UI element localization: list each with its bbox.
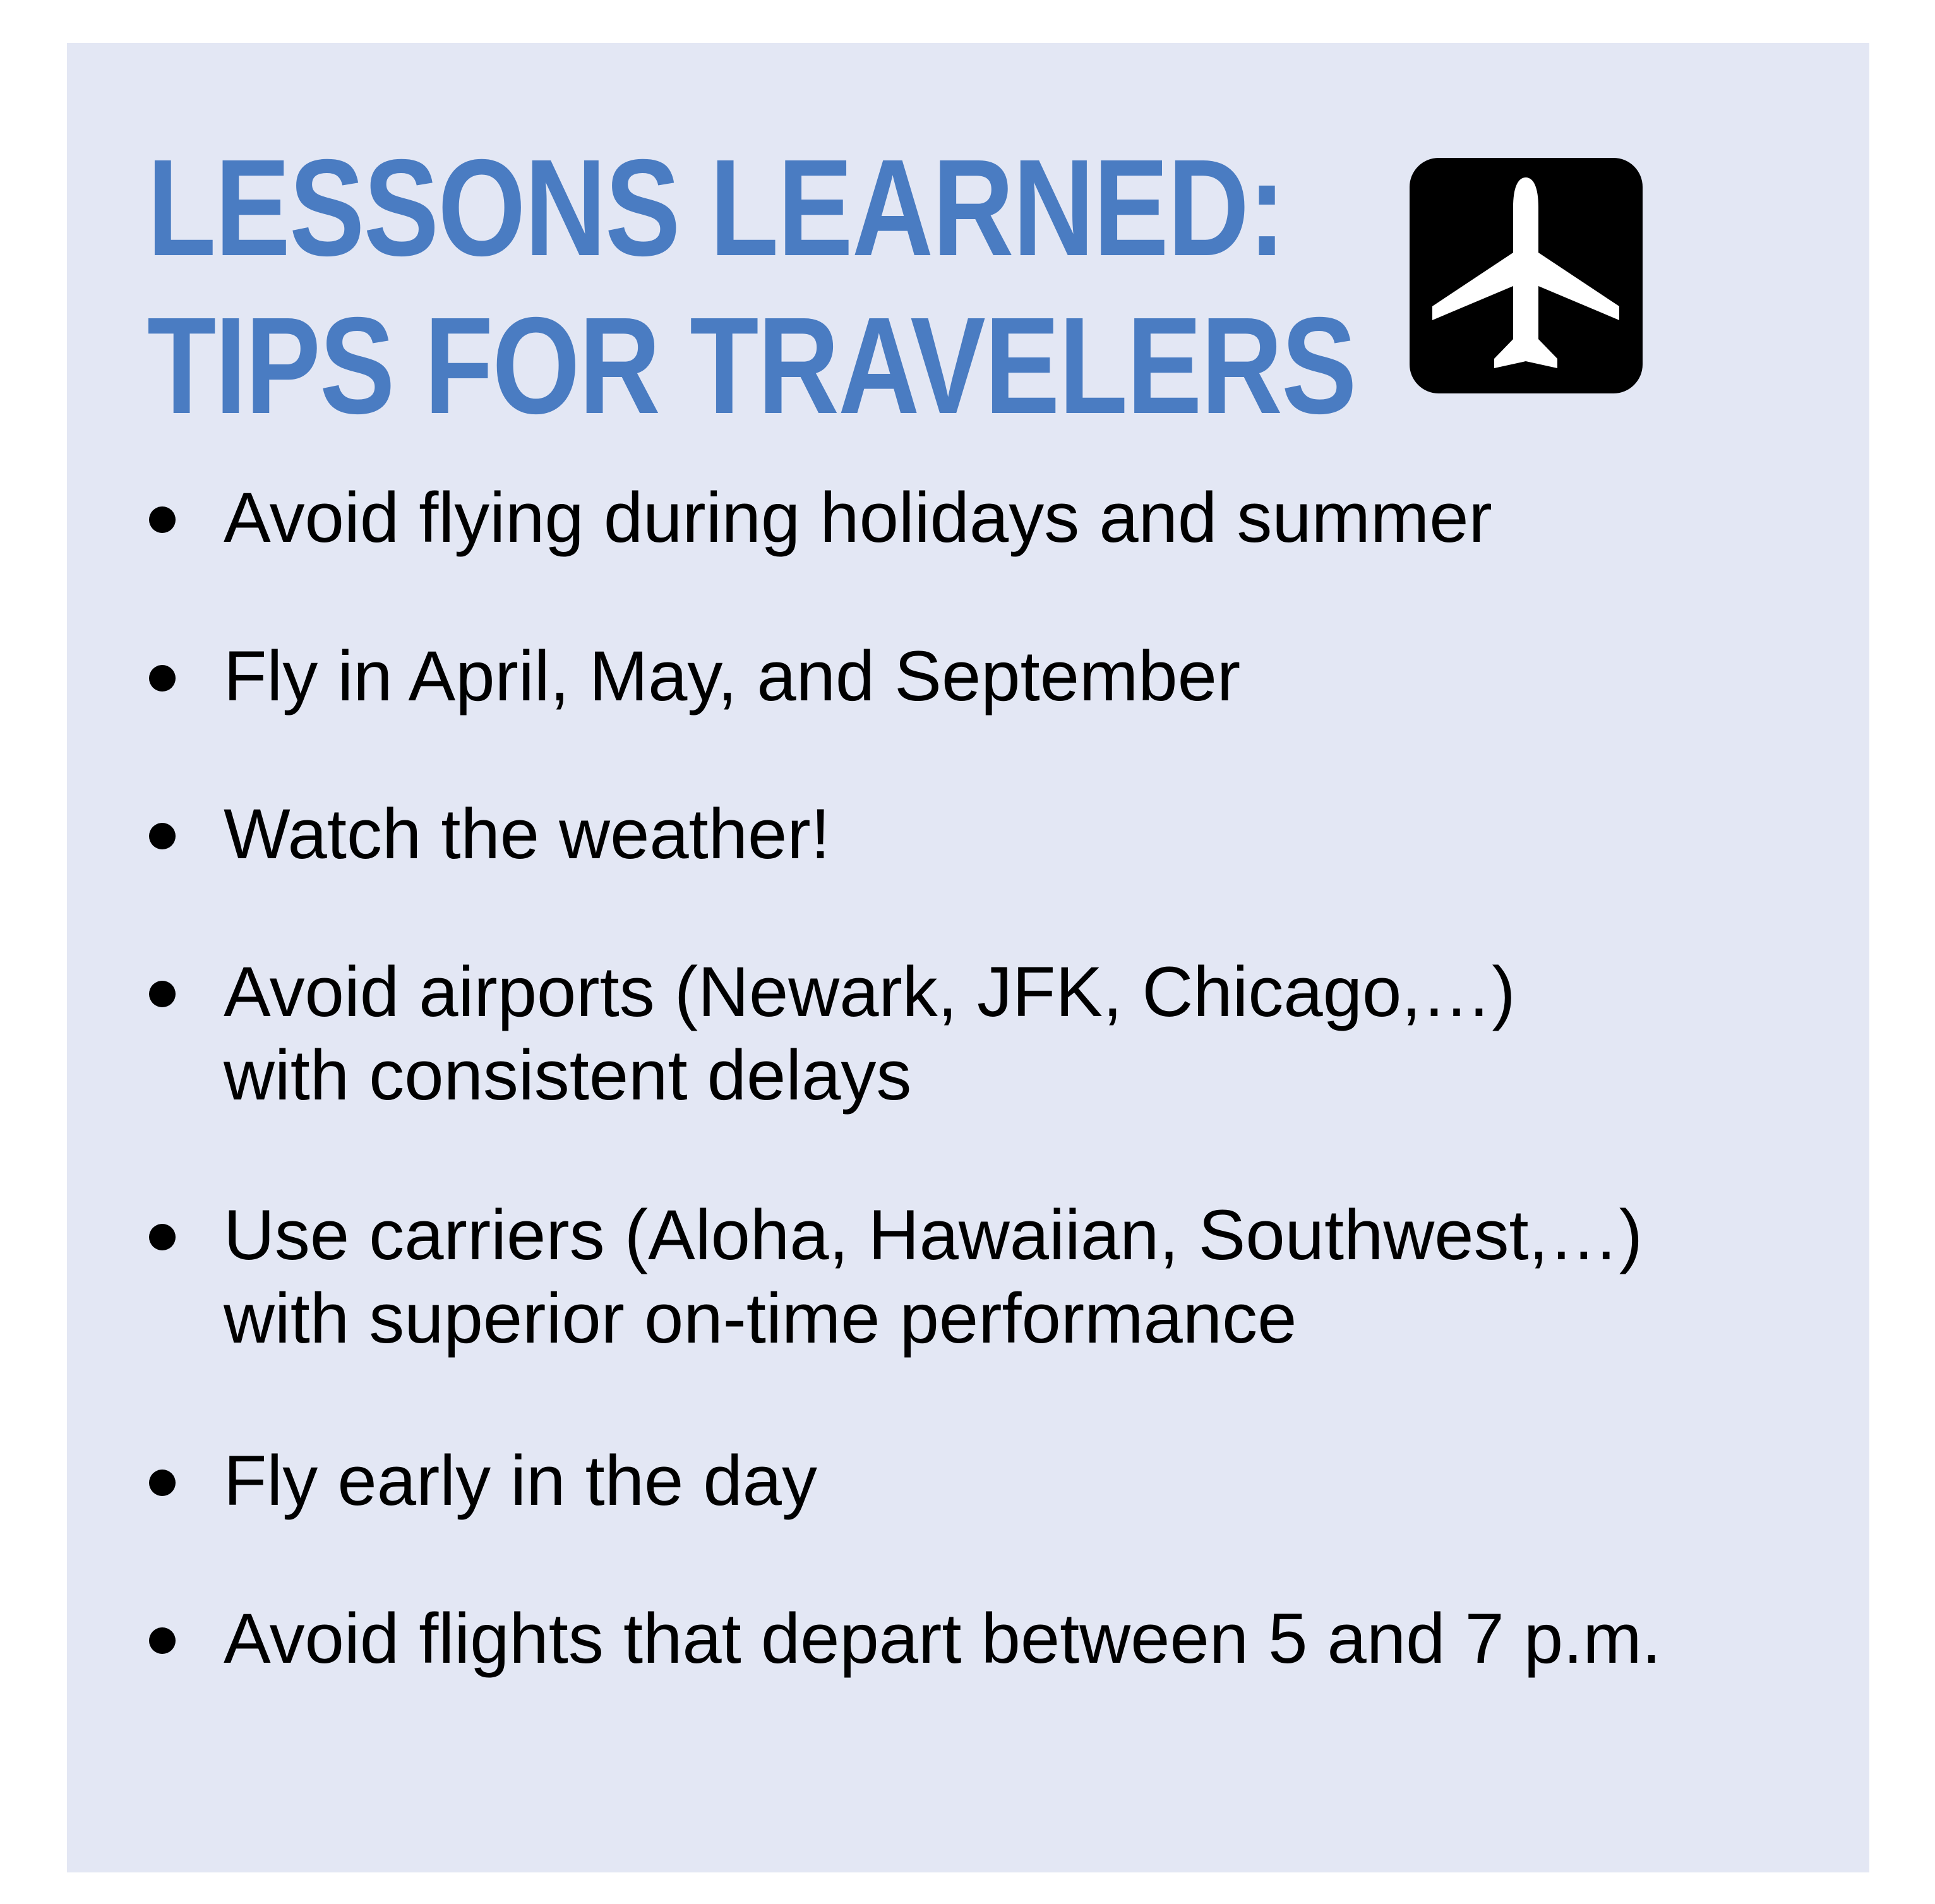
bullet-icon bbox=[149, 1224, 176, 1250]
title-line-2: TIPS FOR TRAVELERS bbox=[147, 289, 1357, 443]
tip-line-1: Avoid airports (Newark, JFK, Chicago,…) bbox=[224, 952, 1516, 1031]
bullet-icon bbox=[149, 823, 176, 849]
tip-line-1: Avoid flying during holidays and summer bbox=[224, 478, 1492, 557]
bullet-icon bbox=[149, 506, 176, 533]
airplane-icon bbox=[1410, 158, 1643, 393]
page-title: LESSONS LEARNED: TIPS FOR TRAVELERS bbox=[147, 129, 1357, 445]
title-line-1: LESSONS LEARNED: bbox=[147, 131, 1286, 285]
tip-line-2: with superior on-time performance bbox=[224, 1279, 1297, 1358]
bullet-icon bbox=[149, 1470, 176, 1496]
bullet-icon bbox=[149, 1627, 176, 1654]
tip-line-1: Use carriers (Aloha, Hawaiian, Southwest… bbox=[224, 1195, 1643, 1274]
bullet-icon bbox=[149, 981, 176, 1007]
airplane-icon-glyph bbox=[1432, 177, 1619, 368]
tip-line-1: Watch the weather! bbox=[224, 794, 830, 873]
tip-line-1: Avoid flights that depart between 5 and … bbox=[224, 1599, 1662, 1678]
bullet-icon bbox=[149, 665, 176, 692]
tip-line-1: Fly in April, May, and September bbox=[224, 637, 1241, 715]
tip-line-2: with consistent delays bbox=[224, 1036, 912, 1115]
tip-line-1: Fly early in the day bbox=[224, 1441, 817, 1520]
